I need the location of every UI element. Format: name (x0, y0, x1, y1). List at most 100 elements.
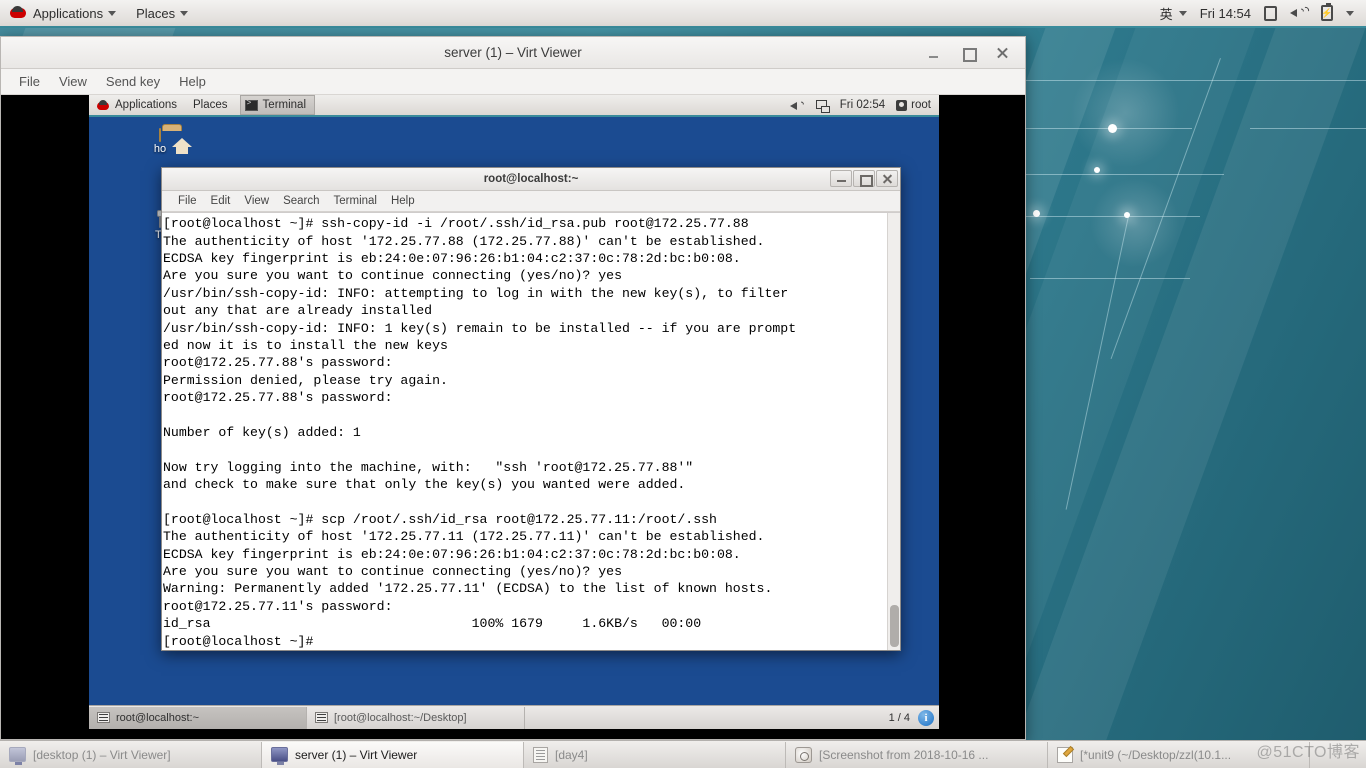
guest-task-label: Terminal (262, 99, 307, 111)
terminal-line: out any that are already installed (163, 303, 433, 319)
terminal-line: The authenticity of host '172.25.77.88 (… (163, 233, 765, 249)
guest-taskbar-item-label: root@localhost:~ (116, 711, 200, 724)
terminal-line: [root@localhost ~]# (163, 633, 314, 649)
guest-top-panel: Applications Places Terminal Fr (89, 95, 939, 117)
network-icon[interactable] (815, 99, 830, 113)
terminal-line: ECDSA key fingerprint is eb:24:0e:07:96:… (163, 251, 741, 267)
volume-muted-icon[interactable] (1290, 4, 1312, 21)
places-menu-label: Places (136, 5, 176, 21)
virt-viewer-titlebar[interactable]: server (1) – Virt Viewer (1, 37, 1025, 69)
terminal-line: ed now it is to install the new keys (163, 337, 448, 353)
spreadsheet-icon (533, 746, 548, 763)
home-folder-icon (159, 128, 192, 154)
host-taskbar-item-unit9[interactable]: [*unit9 (~/Desktop/zzl(10.1... (1048, 741, 1310, 768)
virt-viewer-title: server (1) – Virt Viewer (444, 45, 582, 60)
screen-icon[interactable] (1264, 5, 1277, 21)
terminal-window-controls (829, 170, 900, 188)
user-icon (896, 99, 908, 111)
guest-taskbar-item-label: [root@localhost:~/Desktop] (334, 711, 467, 724)
host-taskbar-item-label: [*unit9 (~/Desktop/zzl(10.1... (1080, 747, 1232, 762)
places-menu[interactable]: Places (126, 0, 198, 26)
host-panel-status-area: 英 Fri 14:54 ⚡ (1160, 0, 1366, 26)
terminal-line: [root@localhost ~]# scp /root/.ssh/id_rs… (163, 511, 717, 527)
terminal-menu-help[interactable]: Help (385, 193, 421, 209)
host-taskbar-item-server-viewer[interactable]: server (1) – Virt Viewer (262, 741, 524, 768)
host-taskbar-item-label: [Screenshot from 2018-10-16 ... (819, 747, 989, 762)
menu-file[interactable]: File (11, 72, 48, 91)
terminal-menu-file[interactable]: File (172, 193, 203, 209)
terminal-line: ECDSA key fingerprint is eb:24:0e:07:96:… (163, 546, 741, 562)
guest-places-menu[interactable]: Places (185, 99, 236, 111)
terminal-line: id_rsa 100% 1679 1.6KB/s 00:00 (163, 616, 702, 632)
chevron-down-icon (108, 10, 117, 16)
battery-icon[interactable]: ⚡ (1321, 3, 1333, 21)
volume-icon[interactable] (789, 99, 806, 111)
host-taskbar-item-label: [desktop (1) – Virt Viewer] (33, 747, 171, 762)
info-icon[interactable]: i (918, 709, 934, 726)
applications-menu-label: Applications (33, 5, 104, 21)
terminal-line: /usr/bin/ssh-copy-id: INFO: attempting t… (163, 285, 789, 301)
guest-applications-label: Applications (115, 99, 178, 111)
terminal-line: Are you sure you want to continue connec… (163, 564, 622, 580)
input-method-indicator[interactable]: 英 (1160, 0, 1187, 26)
redhat-logo-icon (97, 99, 109, 111)
screenshot-icon (795, 746, 812, 763)
applications-menu[interactable]: Applications (0, 0, 126, 26)
menu-send-key[interactable]: Send key (98, 72, 168, 91)
terminal-icon (244, 99, 258, 111)
minimize-icon[interactable] (830, 170, 852, 188)
terminal-scrollbar[interactable] (887, 213, 900, 650)
virt-viewer-window: server (1) – Virt Viewer File View Send … (0, 36, 1026, 740)
guest-panel-status-area: Fri 02:54 root (789, 99, 939, 113)
host-taskbar-item-desktop-viewer[interactable]: [desktop (1) – Virt Viewer] (0, 741, 262, 768)
terminal-icon (97, 712, 110, 723)
workspace-switcher[interactable]: 1 / 4 (889, 712, 918, 724)
monitor-icon (9, 747, 26, 765)
terminal-body[interactable]: [root@localhost ~]# ssh-copy-id -i /root… (162, 212, 900, 650)
terminal-line: /usr/bin/ssh-copy-id: INFO: 1 key(s) rem… (163, 320, 797, 336)
terminal-output[interactable]: [root@localhost ~]# ssh-copy-id -i /root… (162, 213, 887, 650)
input-method-label: 英 (1159, 6, 1173, 22)
guest-places-label: Places (193, 99, 228, 111)
menu-view[interactable]: View (51, 72, 95, 91)
desktop-icon-home[interactable]: ho (127, 128, 193, 155)
guest-display[interactable]: Applications Places Terminal Fr (1, 95, 1025, 739)
menu-help[interactable]: Help (171, 72, 214, 91)
guest-clock[interactable]: Fri 02:54 (840, 99, 885, 111)
host-clock[interactable]: Fri 14:54 (1200, 6, 1251, 21)
guest-taskbar-item-terminal[interactable]: root@localhost:~ (89, 706, 307, 729)
maximize-icon[interactable] (853, 170, 875, 188)
terminal-line: root@172.25.77.11's password: (163, 598, 393, 614)
host-taskbar-item-screenshot[interactable]: [Screenshot from 2018-10-16 ... (786, 741, 1048, 768)
monitor-icon (271, 747, 288, 765)
host-top-panel: Applications Places 英 Fri 14:54 ⚡ (0, 0, 1366, 28)
host-taskbar-item-day4[interactable]: [day4] (524, 741, 786, 768)
terminal-line: root@172.25.77.88's password: (163, 355, 393, 371)
terminal-line: The authenticity of host '172.25.77.11 (… (163, 529, 765, 545)
maximize-icon[interactable] (961, 46, 977, 62)
close-icon[interactable] (995, 46, 1009, 60)
guest-applications-menu[interactable]: Applications (89, 99, 185, 111)
terminal-menu-terminal[interactable]: Terminal (328, 193, 383, 209)
guest-user-menu[interactable]: root (896, 99, 931, 111)
terminal-line: Warning: Permanently added '172.25.77.11… (163, 581, 773, 597)
terminal-scrollbar-thumb[interactable] (890, 605, 899, 647)
chevron-down-icon (1178, 10, 1187, 16)
virt-viewer-window-controls (927, 46, 1025, 62)
terminal-menu-edit[interactable]: Edit (205, 193, 237, 209)
minimize-icon[interactable] (927, 46, 941, 60)
close-icon[interactable] (876, 170, 898, 188)
guest-user-label: root (911, 99, 931, 111)
terminal-line: Now try logging into the machine, with: … (163, 459, 694, 475)
chevron-down-icon[interactable] (1346, 10, 1354, 16)
guest-desktop: Applications Places Terminal Fr (89, 95, 939, 729)
guest-window-list-terminal[interactable]: Terminal (239, 95, 316, 115)
terminal-menu-search[interactable]: Search (277, 193, 325, 209)
guest-taskbar-item-desktop[interactable]: [root@localhost:~/Desktop] (307, 706, 525, 729)
terminal-menu-view[interactable]: View (238, 193, 275, 209)
terminal-icon (315, 712, 328, 723)
terminal-line: [root@localhost ~]# ssh-copy-id -i /root… (163, 216, 749, 232)
host-taskbar-item-label: server (1) – Virt Viewer (295, 747, 418, 762)
terminal-titlebar[interactable]: root@localhost:~ (162, 168, 900, 191)
